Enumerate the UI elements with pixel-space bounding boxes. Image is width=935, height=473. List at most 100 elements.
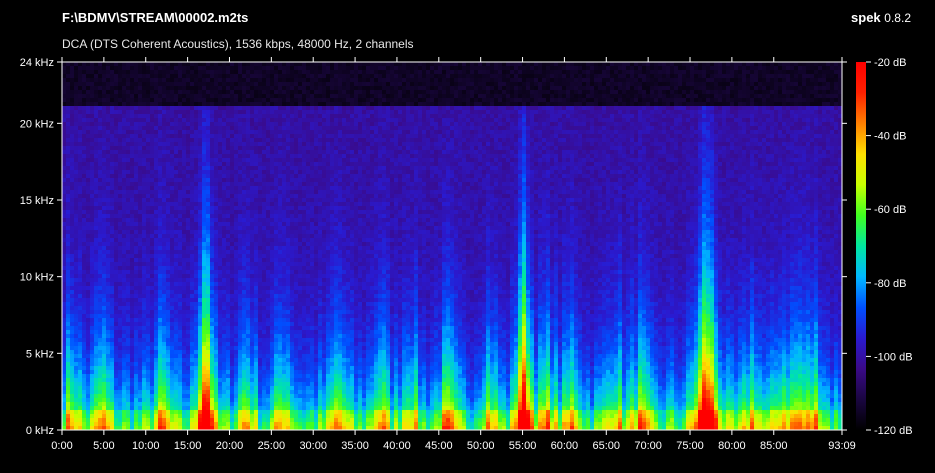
spectrogram-cell: [78, 278, 82, 282]
spectrogram-cell: [110, 266, 114, 270]
spectrogram-cell: [134, 114, 138, 118]
spectrogram-cell: [122, 382, 126, 386]
spectrogram-cell: [202, 270, 206, 274]
spectrogram-cell: [182, 70, 186, 74]
spectrogram-cell: [106, 130, 110, 134]
spectrogram-cell: [258, 274, 262, 278]
spectrogram-cell: [174, 70, 178, 74]
spectrogram-cell: [158, 198, 162, 202]
spectrogram-cell: [66, 314, 70, 318]
spectrogram-cell: [186, 142, 190, 146]
spectrogram-cell: [154, 274, 158, 278]
spectrogram-cell: [90, 382, 94, 386]
spectrogram-cell: [238, 214, 242, 218]
spectrogram-cell: [150, 218, 154, 222]
spectrogram-cell: [130, 394, 134, 398]
spectrogram-cell: [90, 414, 94, 418]
spectrogram-cell: [74, 310, 78, 314]
spectrogram-cell: [194, 286, 198, 290]
spectrogram-cell: [218, 118, 222, 122]
spectrogram-cell: [234, 214, 238, 218]
spectrogram-cell: [190, 390, 194, 394]
spectrogram-cell: [70, 234, 74, 238]
spectrogram-cell: [126, 86, 130, 90]
spectrogram-cell: [150, 66, 154, 70]
spectrogram-cell: [82, 162, 86, 166]
spectrogram-cell: [90, 170, 94, 174]
spectrogram-cell: [98, 150, 102, 154]
spectrogram-cell: [222, 194, 226, 198]
spectrogram-cell: [118, 298, 122, 302]
spectrogram-cell: [170, 286, 174, 290]
spectrogram-cell: [154, 374, 158, 378]
spectrogram-cell: [230, 210, 234, 214]
spectrogram-cell: [90, 234, 94, 238]
spectrogram-cell: [154, 242, 158, 246]
spectrogram-cell: [230, 394, 234, 398]
spectrogram-cell: [146, 206, 150, 210]
spectrogram-cell: [74, 182, 78, 186]
spectrogram-cell: [198, 82, 202, 86]
spectrogram-cell: [254, 310, 258, 314]
spectrogram-cell: [198, 210, 202, 214]
spectrogram-cell: [218, 262, 222, 266]
spectrogram-cell: [222, 130, 226, 134]
spectrogram-cell: [142, 102, 146, 106]
spectrogram-cell: [170, 234, 174, 238]
spectrogram-cell: [234, 166, 238, 170]
spectrogram-cell: [90, 294, 94, 298]
spectrogram-cell: [218, 174, 222, 178]
spectrogram-cell: [94, 190, 98, 194]
spectrogram-cell: [94, 382, 98, 386]
spectrogram-cell: [206, 362, 210, 366]
spectrogram-cell: [246, 86, 250, 90]
spectrogram-cell: [246, 322, 250, 326]
spectrogram-cell: [102, 142, 106, 146]
spectrogram-cell: [154, 130, 158, 134]
spectrogram-cell: [234, 226, 238, 230]
spectrogram-cell: [134, 226, 138, 230]
spectrogram-cell: [74, 90, 78, 94]
spectrogram-cell: [182, 270, 186, 274]
spectrogram-cell: [130, 318, 134, 322]
spectrogram-cell: [86, 162, 90, 166]
spectrogram-cell: [202, 266, 206, 270]
spectrogram-cell: [218, 194, 222, 198]
spectrogram-cell: [250, 170, 254, 174]
spectrogram-cell: [198, 286, 202, 290]
spectrogram-cell: [254, 118, 258, 122]
spectrogram-cell: [130, 206, 134, 210]
spectrogram-cell: [182, 78, 186, 82]
spectrogram-cell: [246, 350, 250, 354]
spectrogram-cell: [90, 78, 94, 82]
spectrogram-cell: [234, 118, 238, 122]
spectrogram-cell: [210, 210, 214, 214]
spectrogram-cell: [82, 206, 86, 210]
spectrogram-cell: [238, 270, 242, 274]
spectrogram-cell: [94, 302, 98, 306]
spectrogram-cell: [230, 386, 234, 390]
spectrogram-cell: [182, 206, 186, 210]
spectrogram-cell: [146, 298, 150, 302]
spectrogram-cell: [142, 258, 146, 262]
spectrogram-cell: [214, 194, 218, 198]
spectrogram-cell: [258, 422, 262, 426]
spectrogram-cell: [62, 322, 66, 326]
spectrogram-cell: [186, 86, 190, 90]
spectrogram-cell: [242, 254, 246, 258]
spectrogram-cell: [82, 214, 86, 218]
spectrogram-cell: [90, 262, 94, 266]
spectrogram-cell: [254, 278, 258, 282]
spectrogram-cell: [130, 82, 134, 86]
spectrogram-cell: [78, 262, 82, 266]
spectrogram-cell: [174, 286, 178, 290]
spectrogram-cell: [102, 414, 106, 418]
spectrogram-cell: [230, 78, 234, 82]
spectrogram-cell: [162, 94, 166, 98]
spectrogram-cell: [226, 418, 230, 422]
spectrogram-cell: [254, 102, 258, 106]
spectrogram-cell: [114, 278, 118, 282]
spectrogram-cell: [258, 238, 262, 242]
spectrogram-cell: [66, 166, 70, 170]
spectrogram-cell: [66, 394, 70, 398]
